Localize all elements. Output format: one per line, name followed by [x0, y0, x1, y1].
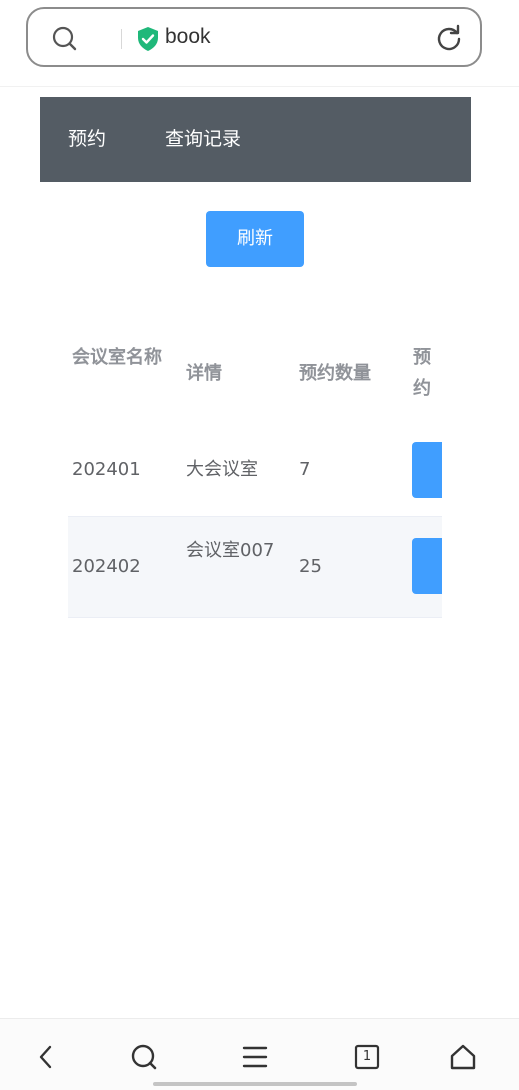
- meeting-room-table: 会议室名称 详情 预约数量 预约室 202401 大会议室 7 202402 会…: [68, 330, 442, 630]
- header-detail: 详情: [186, 363, 222, 384]
- home-indicator: [153, 1082, 357, 1086]
- refresh-button[interactable]: 刷新: [206, 211, 304, 267]
- address-bar[interactable]: book: [26, 7, 482, 67]
- header-action: 预约室: [413, 347, 431, 399]
- cell-detail: 会议室007: [186, 540, 275, 561]
- tabs-icon[interactable]: 1: [349, 1039, 385, 1075]
- home-icon[interactable]: [445, 1039, 481, 1075]
- nav-item-reserve[interactable]: 预约: [68, 124, 106, 154]
- search-icon: [52, 26, 78, 56]
- tab-count: 1: [362, 1049, 372, 1064]
- shield-check-icon: [136, 26, 160, 56]
- back-icon[interactable]: [28, 1039, 64, 1075]
- header-count: 预约数量: [299, 363, 371, 384]
- reload-icon[interactable]: [435, 24, 463, 56]
- browser-top-bar: book: [0, 0, 519, 87]
- table-row: 202401 大会议室 7: [68, 424, 442, 517]
- header-name: 会议室名称: [72, 347, 162, 368]
- reserve-button[interactable]: [412, 442, 442, 498]
- top-nav-menu: 预约 查询记录: [40, 97, 471, 182]
- table-header-row: 会议室名称 详情 预约数量 预约室: [68, 330, 442, 425]
- menu-icon[interactable]: [237, 1039, 273, 1075]
- cell-name: 202401: [72, 459, 141, 480]
- cell-name: 202402: [72, 556, 141, 577]
- address-separator: [121, 29, 122, 49]
- table-row: 202402 会议室007 25: [68, 517, 442, 618]
- cell-count: 25: [299, 556, 322, 577]
- cell-detail: 大会议室: [186, 459, 258, 480]
- url-text: book: [165, 25, 211, 48]
- page: book 预约 查询记录 刷新 会议室名称 详情 预约数量 预约室 202401…: [0, 0, 519, 1090]
- cell-count: 7: [299, 459, 311, 480]
- browser-bottom-toolbar: 1: [0, 1018, 519, 1090]
- search-icon[interactable]: [126, 1039, 162, 1075]
- nav-item-query-records[interactable]: 查询记录: [165, 124, 241, 154]
- reserve-button[interactable]: [412, 538, 442, 594]
